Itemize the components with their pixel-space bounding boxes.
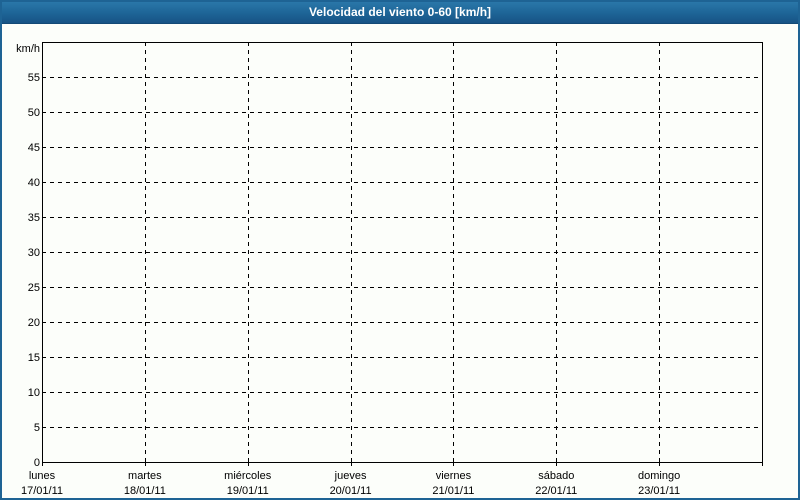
x-tick-label-day: martes bbox=[128, 470, 162, 482]
x-tick-label-day: viernes bbox=[436, 470, 472, 482]
x-tick-label-date: 17/01/11 bbox=[21, 485, 63, 497]
chart-title-bar: Velocidad del viento 0-60 [km/h] bbox=[2, 2, 798, 24]
y-tick-label: 20 bbox=[28, 317, 40, 329]
x-tick-label-day: sábado bbox=[538, 470, 574, 482]
y-tick-label: 55 bbox=[28, 72, 40, 84]
y-tick-label: 25 bbox=[28, 282, 40, 294]
x-tick-label-day: jueves bbox=[334, 470, 367, 482]
wind-speed-chart-canvas: 5 10 15 20 25 30 35 40 45 50 55 0 km/h lunes 17/01/11 m… bbox=[16, 42, 763, 497]
x-tick-label-date: 21/01/11 bbox=[432, 485, 474, 497]
x-tick-label-day: lunes bbox=[29, 470, 56, 482]
x-tick-label-date: 18/01/11 bbox=[124, 485, 166, 497]
x-tick-label-day: miércoles bbox=[224, 470, 272, 482]
wind-speed-chart: 5 10 15 20 25 30 35 40 45 50 55 0 km/h lunes 17/01/11 m… bbox=[2, 24, 798, 498]
y-tick-label: 5 bbox=[34, 422, 40, 434]
y-tick-label: 10 bbox=[28, 387, 40, 399]
y-tick-label: 0 bbox=[34, 457, 40, 469]
x-tick-label-date: 20/01/11 bbox=[330, 485, 372, 497]
x-tick-label-date: 22/01/11 bbox=[535, 485, 577, 497]
y-axis-unit-label: km/h bbox=[16, 43, 40, 55]
x-tick-label-day: domingo bbox=[638, 470, 680, 482]
meteogram-window: Velocidad del viento 0-60 [km/h] 5 10 15 20… bbox=[0, 0, 800, 500]
x-tick-label-date: 19/01/11 bbox=[227, 485, 269, 497]
y-tick-label: 50 bbox=[28, 107, 40, 119]
y-tick-label: 15 bbox=[28, 352, 40, 364]
y-tick-label: 30 bbox=[28, 247, 40, 259]
y-tick-label: 40 bbox=[28, 177, 40, 189]
x-tick-label-date: 23/01/11 bbox=[638, 485, 680, 497]
y-tick-label: 45 bbox=[28, 142, 40, 154]
y-tick-label: 35 bbox=[28, 212, 40, 224]
